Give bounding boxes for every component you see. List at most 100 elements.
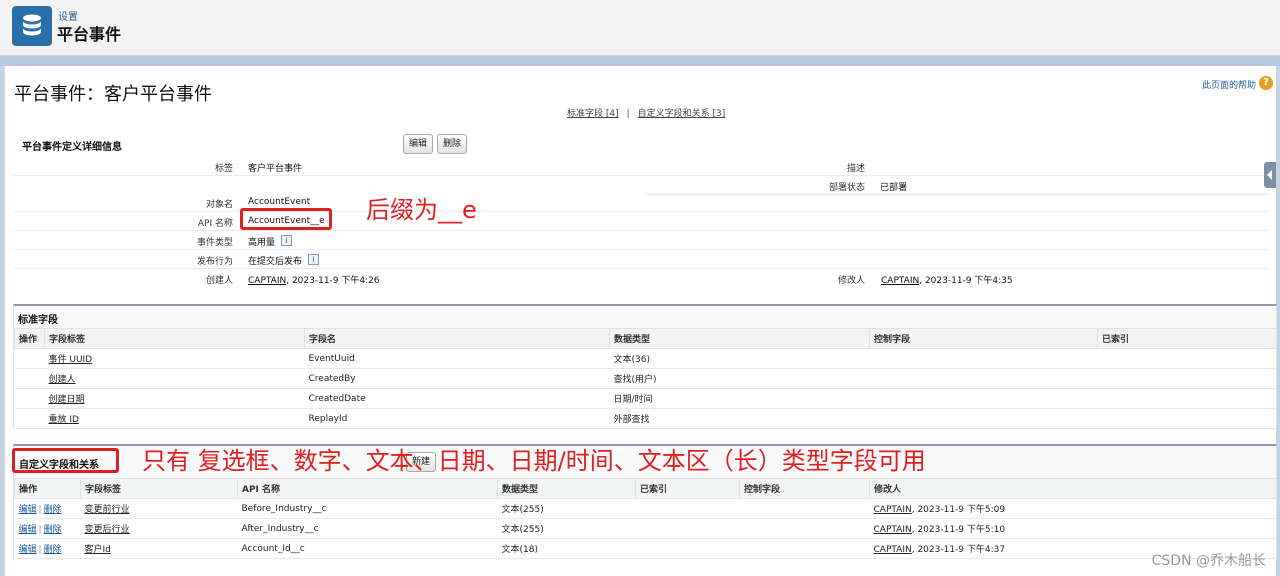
modified-by-label: 修改人: [837, 276, 865, 286]
detail-row-event-type: 事件类型 高用量 i: [13, 231, 1268, 250]
help-icon[interactable]: ?: [1259, 76, 1273, 90]
created-by-label: 创建人: [205, 276, 233, 286]
field-label-cell: 创建日期: [44, 388, 305, 409]
table-row: 创建日期 CreatedDate 日期/时间: [14, 388, 1276, 409]
field-name-cell: ReplayId: [304, 408, 610, 429]
modified-by-cell: CAPTAIN, 2023-11-9 下午5:09: [869, 498, 1276, 519]
custom-fields-table: 操作 字段标签 API 名称 数据类型 已索引 控制字段 修改人 编辑 | 删除 变…: [14, 478, 1276, 559]
anchor-links: 标准字段 [4] | 自定义字段和关系 [3]: [567, 106, 725, 119]
data-type-cell: 查找(用户): [609, 368, 870, 389]
field-name-cell: EventUuid: [304, 348, 610, 369]
created-by-value: CAPTAIN, 2023-11-9 下午4:26: [248, 273, 380, 286]
col-header: 数据类型: [497, 478, 636, 499]
modified-user-link[interactable]: CAPTAIN: [874, 545, 912, 555]
data-type-cell: 文本(255): [497, 518, 636, 539]
action-separator: |: [38, 525, 42, 535]
modified-time: , 2023-11-9 下午4:37: [911, 545, 1006, 555]
detail-row-label: 标签 客户平台事件 描述: [13, 157, 1268, 176]
col-header: 字段名: [304, 328, 610, 349]
custom-fields-anchor[interactable]: 自定义字段和关系 [3]: [638, 109, 726, 119]
standard-fields-anchor[interactable]: 标准字段 [4]: [567, 109, 619, 119]
api-name-label: API 名称: [197, 219, 233, 229]
modified-by-cell: CAPTAIN, 2023-11-9 下午5:10: [869, 518, 1276, 539]
field-types-annotation: 只有 复选框、数字、文本、日期、日期/时间、文本区（长）类型字段可用: [142, 447, 926, 475]
modified-user-link[interactable]: CAPTAIN: [874, 525, 912, 535]
controlling-field-cell: [869, 408, 1098, 429]
delete-link[interactable]: 删除: [44, 505, 62, 515]
standard-fields-header: 标准字段: [14, 306, 1276, 328]
info-icon[interactable]: i: [281, 235, 293, 246]
indexed-cell: [1097, 408, 1276, 429]
field-label-link[interactable]: 重放 ID: [49, 415, 79, 425]
field-name-cell: CreatedDate: [304, 388, 610, 409]
col-header: 操作: [14, 478, 81, 499]
field-label-link[interactable]: 变更前行业: [85, 505, 130, 515]
field-label-link[interactable]: 事件 UUID: [49, 355, 93, 365]
indexed-cell: [635, 518, 740, 539]
col-header: 已索引: [635, 478, 740, 499]
detail-row-created: 创建人 CAPTAIN, 2023-11-9 下午4:26 修改人 CAPTAI…: [13, 269, 1268, 288]
col-header: 操作: [14, 328, 45, 349]
standard-fields-list: 标准字段 操作 字段标签 字段名 数据类型 控制字段 已索引 事件 UUID E…: [13, 304, 1277, 429]
action-separator: |: [38, 545, 42, 555]
controlling-field-cell: [739, 538, 870, 559]
suffix-annotation: 后缀为__e: [366, 196, 477, 224]
info-icon[interactable]: i: [308, 254, 320, 265]
table-header-row: 操作 字段标签 API 名称 数据类型 已索引 控制字段 修改人: [14, 478, 1276, 499]
field-label-link[interactable]: 变更后行业: [85, 525, 130, 535]
table-row: 重放 ID ReplayId 外部查找: [14, 408, 1276, 429]
col-header: 已索引: [1097, 328, 1276, 349]
anchor-separator: |: [626, 109, 630, 119]
controlling-field-cell: [869, 348, 1098, 369]
col-header: 字段标签: [80, 478, 238, 499]
edit-button[interactable]: 编辑: [403, 134, 434, 154]
delete-link[interactable]: 删除: [44, 545, 62, 555]
action-cell: 编辑 | 删除: [14, 498, 81, 519]
modified-user-link[interactable]: CAPTAIN: [874, 505, 912, 515]
event-type-value: 高用量 i: [248, 235, 293, 248]
event-type-label: 事件类型: [196, 238, 233, 248]
api-name-highlight-box: [240, 208, 332, 230]
data-type-cell: 文本(18): [497, 538, 636, 559]
table-row: 编辑 | 删除 变更后行业 After_Industry__c 文本(255) CA…: [14, 518, 1276, 539]
edit-link[interactable]: 编辑: [19, 505, 37, 515]
standard-fields-table: 操作 字段标签 字段名 数据类型 控制字段 已索引 事件 UUID EventU…: [14, 328, 1276, 429]
field-label-link[interactable]: 创建日期: [49, 395, 85, 405]
field-label-link[interactable]: 客户Id: [85, 545, 111, 555]
object-name-label: 对象名: [205, 200, 233, 210]
standard-fields-title: 标准字段: [18, 315, 58, 326]
publish-behavior-text: 在提交后发布: [248, 257, 303, 267]
collapse-sidebar-handle[interactable]: [1264, 162, 1276, 188]
controlling-field-cell: [739, 518, 870, 539]
delete-link[interactable]: 删除: [44, 525, 62, 535]
watermark: CSDN @乔木船长: [1151, 553, 1266, 569]
edit-link[interactable]: 编辑: [19, 545, 37, 555]
edit-link[interactable]: 编辑: [19, 525, 37, 535]
modified-time: , 2023-11-9 下午5:10: [911, 525, 1006, 535]
col-header: 控制字段: [739, 478, 870, 499]
col-header: API 名称: [237, 478, 498, 499]
page-header: 设置 平台事件: [0, 0, 1280, 56]
delete-button[interactable]: 删除: [437, 134, 468, 154]
action-cell: 编辑 | 删除: [14, 538, 81, 559]
modified-time: , 2023-11-9 下午5:09: [911, 505, 1006, 515]
description-field-label: 描述: [846, 164, 865, 174]
indexed-cell: [635, 498, 740, 519]
created-by-user-link[interactable]: CAPTAIN: [248, 276, 286, 286]
database-icon: [12, 6, 52, 46]
col-header: 修改人: [869, 478, 1276, 499]
detail-section-title: 平台事件定义详细信息: [22, 142, 122, 153]
field-label-cell: 变更前行业: [80, 498, 238, 519]
publish-behavior-value: 在提交后发布 i: [248, 254, 320, 267]
action-cell: [14, 408, 45, 429]
controlling-field-cell: [869, 368, 1098, 389]
col-header: 控制字段: [869, 328, 1098, 349]
detail-row-api: API 名称 AccountEvent__e: [13, 212, 1268, 231]
created-time: , 2023-11-9 下午4:26: [286, 276, 380, 286]
field-label-link[interactable]: 创建人: [49, 375, 76, 385]
modified-by-user-link[interactable]: CAPTAIN: [881, 276, 919, 286]
field-label-cell: 创建人: [44, 368, 305, 389]
help-link[interactable]: 此页面的帮助: [1202, 78, 1256, 91]
api-name-cell: Before_Industry__c: [237, 498, 498, 519]
action-cell: [14, 348, 45, 369]
